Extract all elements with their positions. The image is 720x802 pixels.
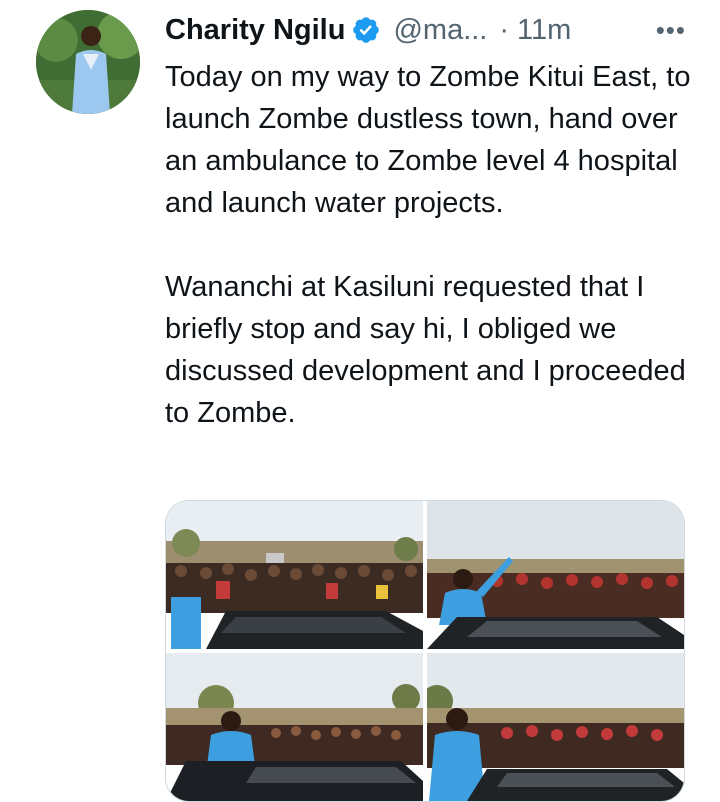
tweet-paragraph: Wananchi at Kasiluni requested that I br… (165, 271, 686, 429)
tweet-paragraph: Today on my way to Zombe Kitui East, to … (165, 61, 691, 219)
tweet-text: Today on my way to Zombe Kitui East, to … (165, 56, 695, 434)
avatar[interactable] (36, 10, 140, 114)
author-handle[interactable]: @ma... (393, 14, 487, 47)
timestamp[interactable]: 11m (517, 14, 571, 47)
author-name[interactable]: Charity Ngilu (165, 14, 345, 47)
verified-badge-icon (351, 15, 381, 45)
media-grid (165, 500, 685, 802)
photo-4[interactable] (427, 653, 684, 801)
photo-2[interactable] (427, 501, 684, 649)
tweet-header: Charity Ngilu @ma... · 11m (165, 10, 690, 50)
separator-dot: · (499, 13, 510, 46)
photo-3[interactable] (166, 653, 423, 801)
photo-1[interactable] (166, 501, 423, 649)
more-options-icon[interactable]: ••• (656, 10, 686, 50)
